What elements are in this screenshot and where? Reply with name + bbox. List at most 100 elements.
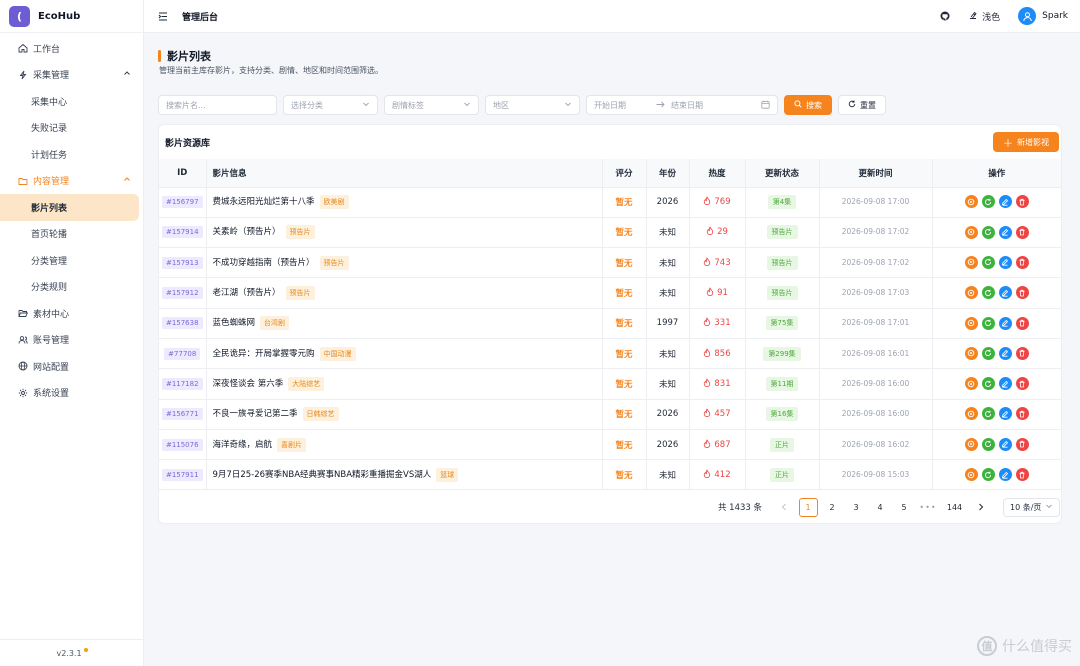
movie-title[interactable]: 费城永远阳光灿烂第十八季 xyxy=(213,197,315,207)
update-time: 2026-09-08 17:00 xyxy=(841,197,910,207)
edit-icon[interactable] xyxy=(998,437,1012,451)
avatar[interactable] xyxy=(1018,7,1037,25)
theme-toggle[interactable]: 浅色 xyxy=(968,10,1000,23)
edit-icon[interactable] xyxy=(998,195,1012,209)
category-tag: 预告片 xyxy=(285,286,315,301)
sync-icon[interactable] xyxy=(981,377,995,391)
view-detail-icon[interactable] xyxy=(964,316,978,330)
sync-icon[interactable] xyxy=(981,346,995,360)
sidebar-item-accounts[interactable]: 账号管理 xyxy=(0,327,143,354)
delete-icon[interactable] xyxy=(1015,468,1029,482)
search-input[interactable]: 搜索片名... xyxy=(158,95,277,115)
sync-icon[interactable] xyxy=(981,286,995,300)
movie-title[interactable]: 不成功穿越指南（预告片） xyxy=(213,258,315,268)
sync-icon[interactable] xyxy=(981,468,995,482)
edit-icon[interactable] xyxy=(998,407,1012,421)
view-detail-icon[interactable] xyxy=(964,255,978,269)
delete-icon[interactable] xyxy=(1015,316,1029,330)
sidebar-sub-scheduled-tasks[interactable]: 计划任务 xyxy=(0,141,143,168)
menu-toggle-icon[interactable] xyxy=(158,12,170,21)
edit-icon[interactable] xyxy=(998,346,1012,360)
movie-title[interactable]: 老江湖（预告片） xyxy=(213,288,281,298)
cell-year: 1997 xyxy=(646,308,690,339)
movie-title[interactable]: 9月7日25-26赛季NBA经典赛事NBA精彩重播掘金VS湖人 xyxy=(213,470,432,480)
view-detail-icon[interactable] xyxy=(964,225,978,239)
view-detail-icon[interactable] xyxy=(964,407,978,421)
sidebar-item-content[interactable]: 内容管理 xyxy=(0,168,143,195)
sidebar-item-system[interactable]: 系统设置 xyxy=(0,380,143,407)
view-detail-icon[interactable] xyxy=(964,195,978,209)
sync-icon[interactable] xyxy=(981,437,995,451)
movie-title[interactable]: 不良一族寻爱记第二季 xyxy=(213,409,298,419)
prev-page-button[interactable] xyxy=(775,498,794,517)
sync-icon[interactable] xyxy=(981,407,995,421)
region-select[interactable]: 地区 xyxy=(485,95,580,115)
brand[interactable]: ( EcoHub xyxy=(0,0,143,33)
sidebar-item-collect[interactable]: 采集管理 xyxy=(0,62,143,89)
delete-icon[interactable] xyxy=(1015,286,1029,300)
edit-icon[interactable] xyxy=(998,377,1012,391)
sync-icon[interactable] xyxy=(981,225,995,239)
sync-icon[interactable] xyxy=(981,255,995,269)
category-select[interactable]: 选择分类 xyxy=(283,95,378,115)
add-movie-button[interactable]: ＋ 新增影视 xyxy=(993,132,1059,152)
id-tag: #157912 xyxy=(161,287,203,300)
page-button-last[interactable]: 144 xyxy=(943,498,967,517)
view-detail-icon[interactable] xyxy=(964,346,978,360)
sync-icon[interactable] xyxy=(981,316,995,330)
edit-icon[interactable] xyxy=(998,468,1012,482)
github-icon[interactable] xyxy=(940,11,950,21)
movie-title[interactable]: 深夜怪谈会 第六季 xyxy=(213,379,284,389)
cell-status: 第4集 xyxy=(745,187,820,218)
cell-time: 2026-09-08 17:00 xyxy=(819,187,933,218)
delete-icon[interactable] xyxy=(1015,377,1029,391)
edit-icon[interactable] xyxy=(998,255,1012,269)
col-header-actions: 操作 xyxy=(932,159,1061,188)
movie-title[interactable]: 海洋奇缘，启航 xyxy=(213,440,273,450)
view-detail-icon[interactable] xyxy=(964,468,978,482)
view-detail-icon[interactable] xyxy=(964,437,978,451)
sync-icon[interactable] xyxy=(981,195,995,209)
delete-icon[interactable] xyxy=(1015,437,1029,451)
date-range-picker[interactable]: 开始日期 结束日期 xyxy=(586,95,778,115)
page-size-select[interactable]: 10 条/页 xyxy=(1003,497,1060,517)
page-button-4[interactable]: 4 xyxy=(871,498,890,517)
movie-title[interactable]: 关素岭（预告片） xyxy=(213,227,281,237)
sidebar-sub-movie-list[interactable]: 影片列表 xyxy=(0,194,139,221)
sidebar-sub-collect-center[interactable]: 采集中心 xyxy=(0,88,143,115)
delete-icon[interactable] xyxy=(1015,255,1029,269)
page-button-3[interactable]: 3 xyxy=(847,498,866,517)
view-detail-icon[interactable] xyxy=(964,377,978,391)
page-button-2[interactable]: 2 xyxy=(823,498,842,517)
sidebar-sub-category-manage[interactable]: 分类管理 xyxy=(0,247,143,274)
flame-icon xyxy=(703,317,714,329)
delete-icon[interactable] xyxy=(1015,346,1029,360)
sidebar-item-assets[interactable]: 素材中心 xyxy=(0,300,143,327)
user-name[interactable]: Spark xyxy=(1042,11,1068,21)
delete-icon[interactable] xyxy=(1015,195,1029,209)
edit-icon[interactable] xyxy=(998,286,1012,300)
page-ellipsis[interactable]: ••• xyxy=(919,498,938,517)
movie-title[interactable]: 蓝色蜘蛛网 xyxy=(213,318,256,328)
tag-select[interactable]: 剧情标签 xyxy=(384,95,479,115)
view-detail-icon[interactable] xyxy=(964,286,978,300)
sidebar-item-workbench[interactable]: 工作台 xyxy=(0,35,143,62)
page-size-value: 10 条/页 xyxy=(1010,502,1042,512)
next-page-button[interactable] xyxy=(972,498,991,517)
sidebar-sub-home-carousel[interactable]: 首页轮播 xyxy=(0,221,143,248)
page-button-1[interactable]: 1 xyxy=(798,497,818,517)
sidebar-sub-failed-records[interactable]: 失败记录 xyxy=(0,115,143,142)
delete-icon[interactable] xyxy=(1015,407,1029,421)
reset-button[interactable]: 重置 xyxy=(838,95,886,115)
page-button-5[interactable]: 5 xyxy=(895,498,914,517)
delete-icon[interactable] xyxy=(1015,225,1029,239)
sidebar-sub-category-rules[interactable]: 分类规则 xyxy=(0,274,143,301)
movie-title[interactable]: 全民诡异：开局掌握零元购 xyxy=(213,349,315,359)
status-badge: 正片 xyxy=(770,467,794,482)
edit-icon[interactable] xyxy=(998,225,1012,239)
sidebar-item-site[interactable]: 网站配置 xyxy=(0,353,143,380)
cell-id: #156771 xyxy=(159,399,207,430)
search-button[interactable]: 搜索 xyxy=(784,95,832,115)
cell-actions xyxy=(932,308,1061,339)
edit-icon[interactable] xyxy=(998,316,1012,330)
